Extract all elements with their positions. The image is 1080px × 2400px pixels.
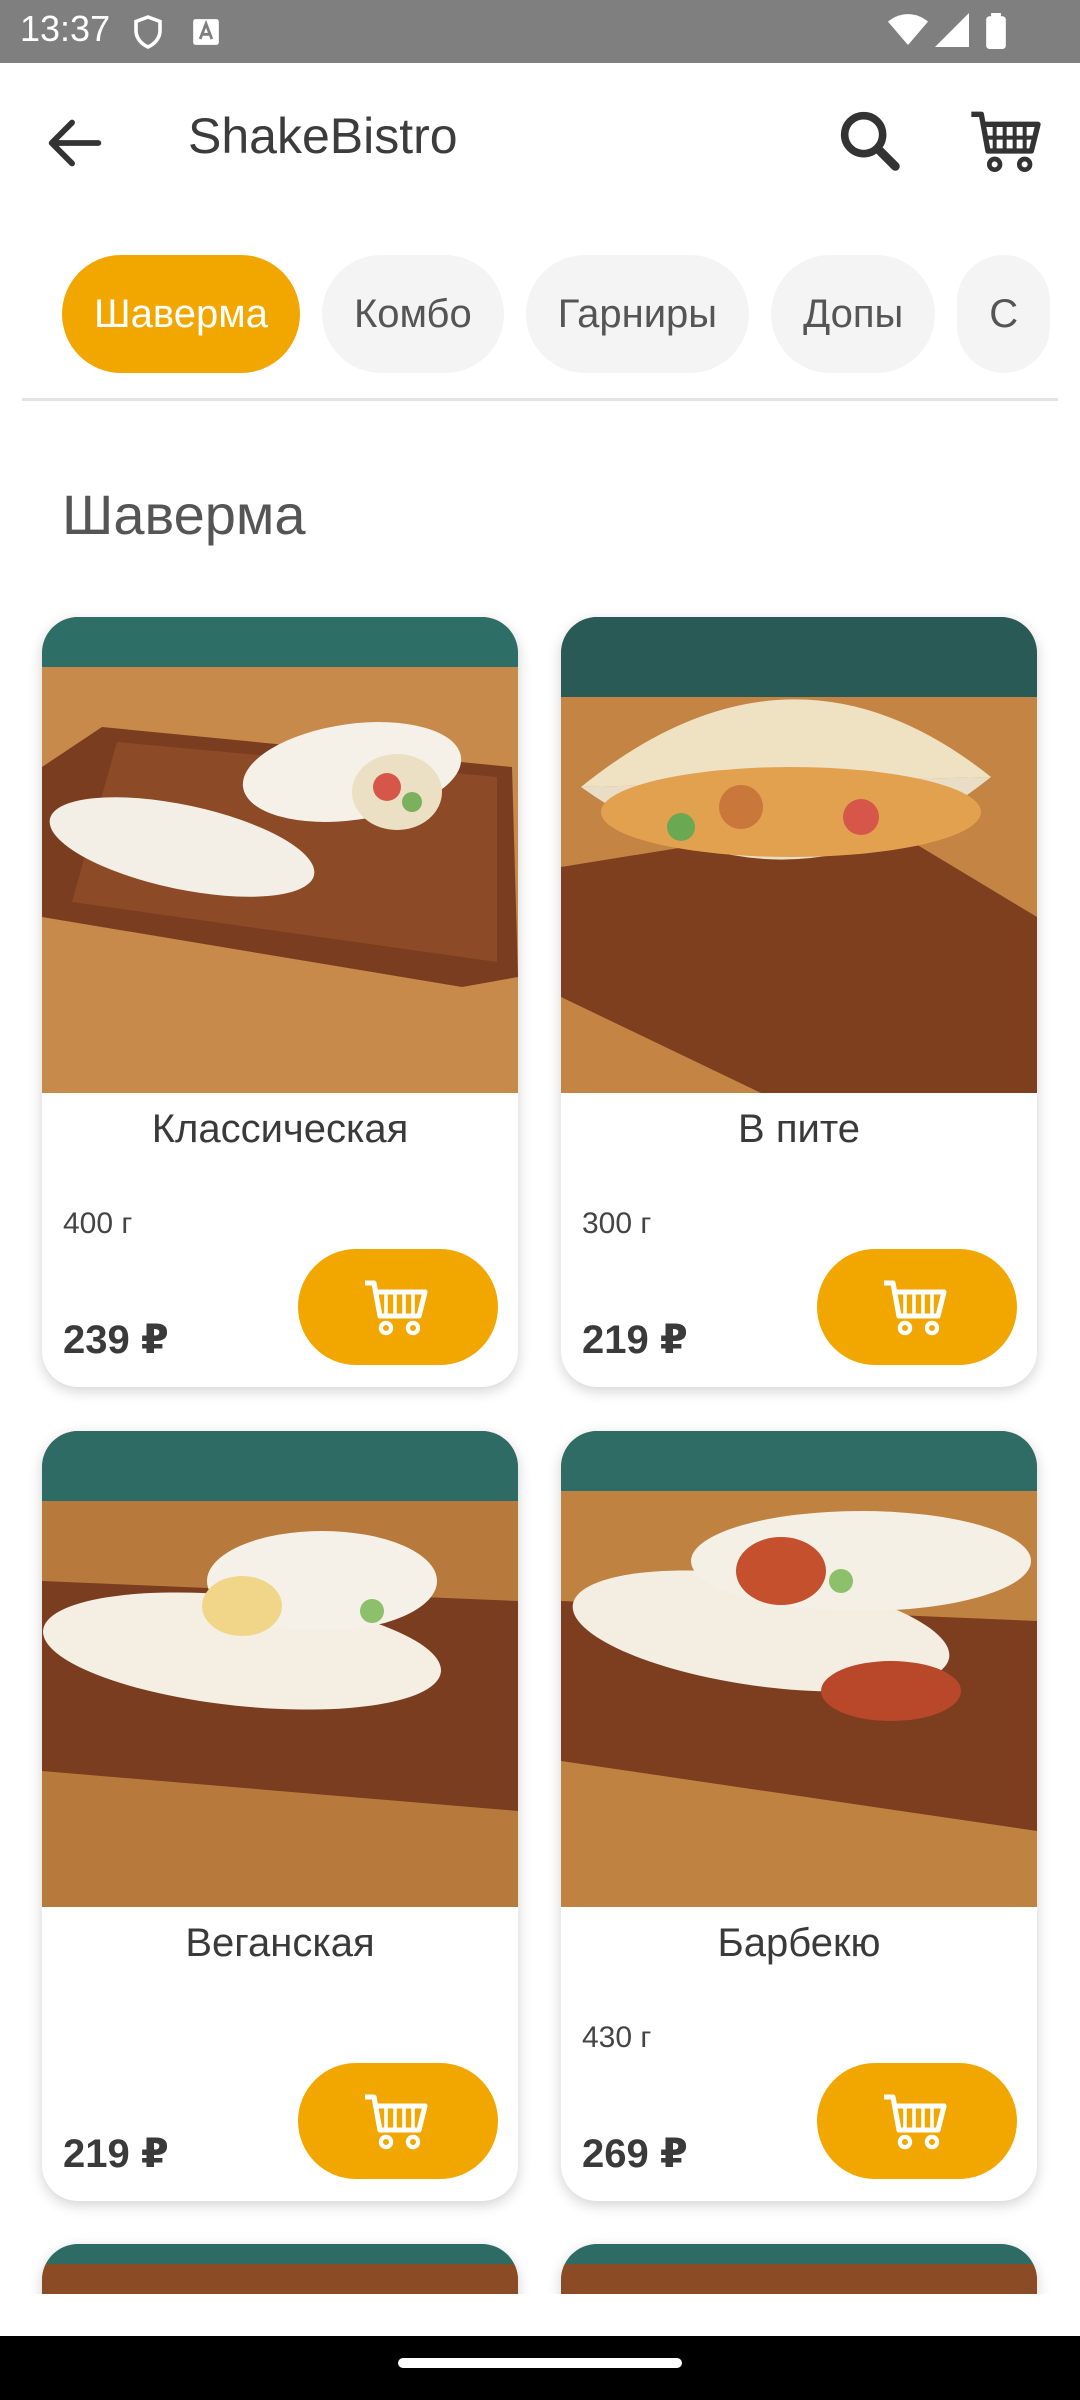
product-price: 239 ₽ — [63, 1318, 169, 1362]
product-price: 219 ₽ — [63, 2132, 169, 2176]
add-to-cart-button[interactable] — [817, 2063, 1017, 2179]
bottom-spacer — [0, 2294, 1080, 2336]
add-to-cart-button[interactable] — [817, 1249, 1017, 1365]
app-bar: ShakeBistro — [0, 63, 1080, 213]
section-title: Шаверма — [62, 483, 306, 546]
tab-shawarma[interactable]: Шаверма — [62, 255, 300, 373]
cart-icon[interactable] — [968, 101, 1048, 181]
add-to-cart-button[interactable] — [298, 1249, 498, 1365]
product-card[interactable]: Веганская 219 ₽ — [42, 1431, 518, 2201]
product-name: Веганская — [185, 1921, 375, 1965]
add-to-cart-icon — [884, 2094, 947, 2150]
back-arrow-icon[interactable] — [40, 108, 110, 178]
shield-icon — [134, 15, 162, 49]
category-tabs: Шаверма Комбо Гарниры Допы С — [0, 255, 1060, 375]
status-bar: 13:37 — [0, 0, 1080, 63]
product-weight: 430 г — [582, 2021, 652, 2054]
tab-extras[interactable]: Допы — [771, 255, 936, 373]
product-card[interactable]: Классическая 400 г 239 ₽ — [42, 617, 518, 1387]
search-icon[interactable] — [832, 103, 908, 179]
tabs-divider — [22, 398, 1058, 401]
add-to-cart-icon — [365, 2094, 428, 2150]
app-title: ShakeBistro — [188, 108, 458, 164]
product-photo — [42, 617, 518, 1093]
product-weight: 300 г — [582, 1207, 652, 1240]
tab-more[interactable]: С — [957, 255, 1051, 373]
wifi-icon — [888, 14, 928, 45]
tab-combo[interactable]: Комбо — [321, 255, 504, 373]
add-to-cart-icon — [365, 1280, 428, 1336]
product-name: Классическая — [151, 1107, 409, 1151]
product-price: 269 ₽ — [582, 2132, 688, 2176]
product-card[interactable]: Барбекю 430 г 269 ₽ — [561, 1431, 1037, 2201]
home-gesture-handle[interactable] — [398, 2358, 682, 2368]
product-name: В пите — [738, 1107, 860, 1151]
status-time: 13:37 — [20, 8, 111, 49]
signal-icon — [935, 13, 969, 47]
add-to-cart-button[interactable] — [298, 2063, 498, 2179]
product-card[interactable]: В пите 300 г 219 ₽ — [561, 617, 1037, 1387]
system-nav-bar — [0, 2336, 1080, 2400]
product-photo — [561, 617, 1037, 1093]
tab-sides[interactable]: Гарниры — [525, 255, 750, 373]
battery-icon — [986, 13, 1006, 49]
product-name: Барбекю — [717, 1921, 881, 1965]
font-icon — [193, 19, 219, 45]
product-weight: 400 г — [63, 1207, 133, 1240]
product-photo — [42, 1431, 518, 1907]
product-photo — [561, 1431, 1037, 1907]
product-price: 219 ₽ — [582, 1318, 688, 1362]
add-to-cart-icon — [884, 1280, 947, 1336]
